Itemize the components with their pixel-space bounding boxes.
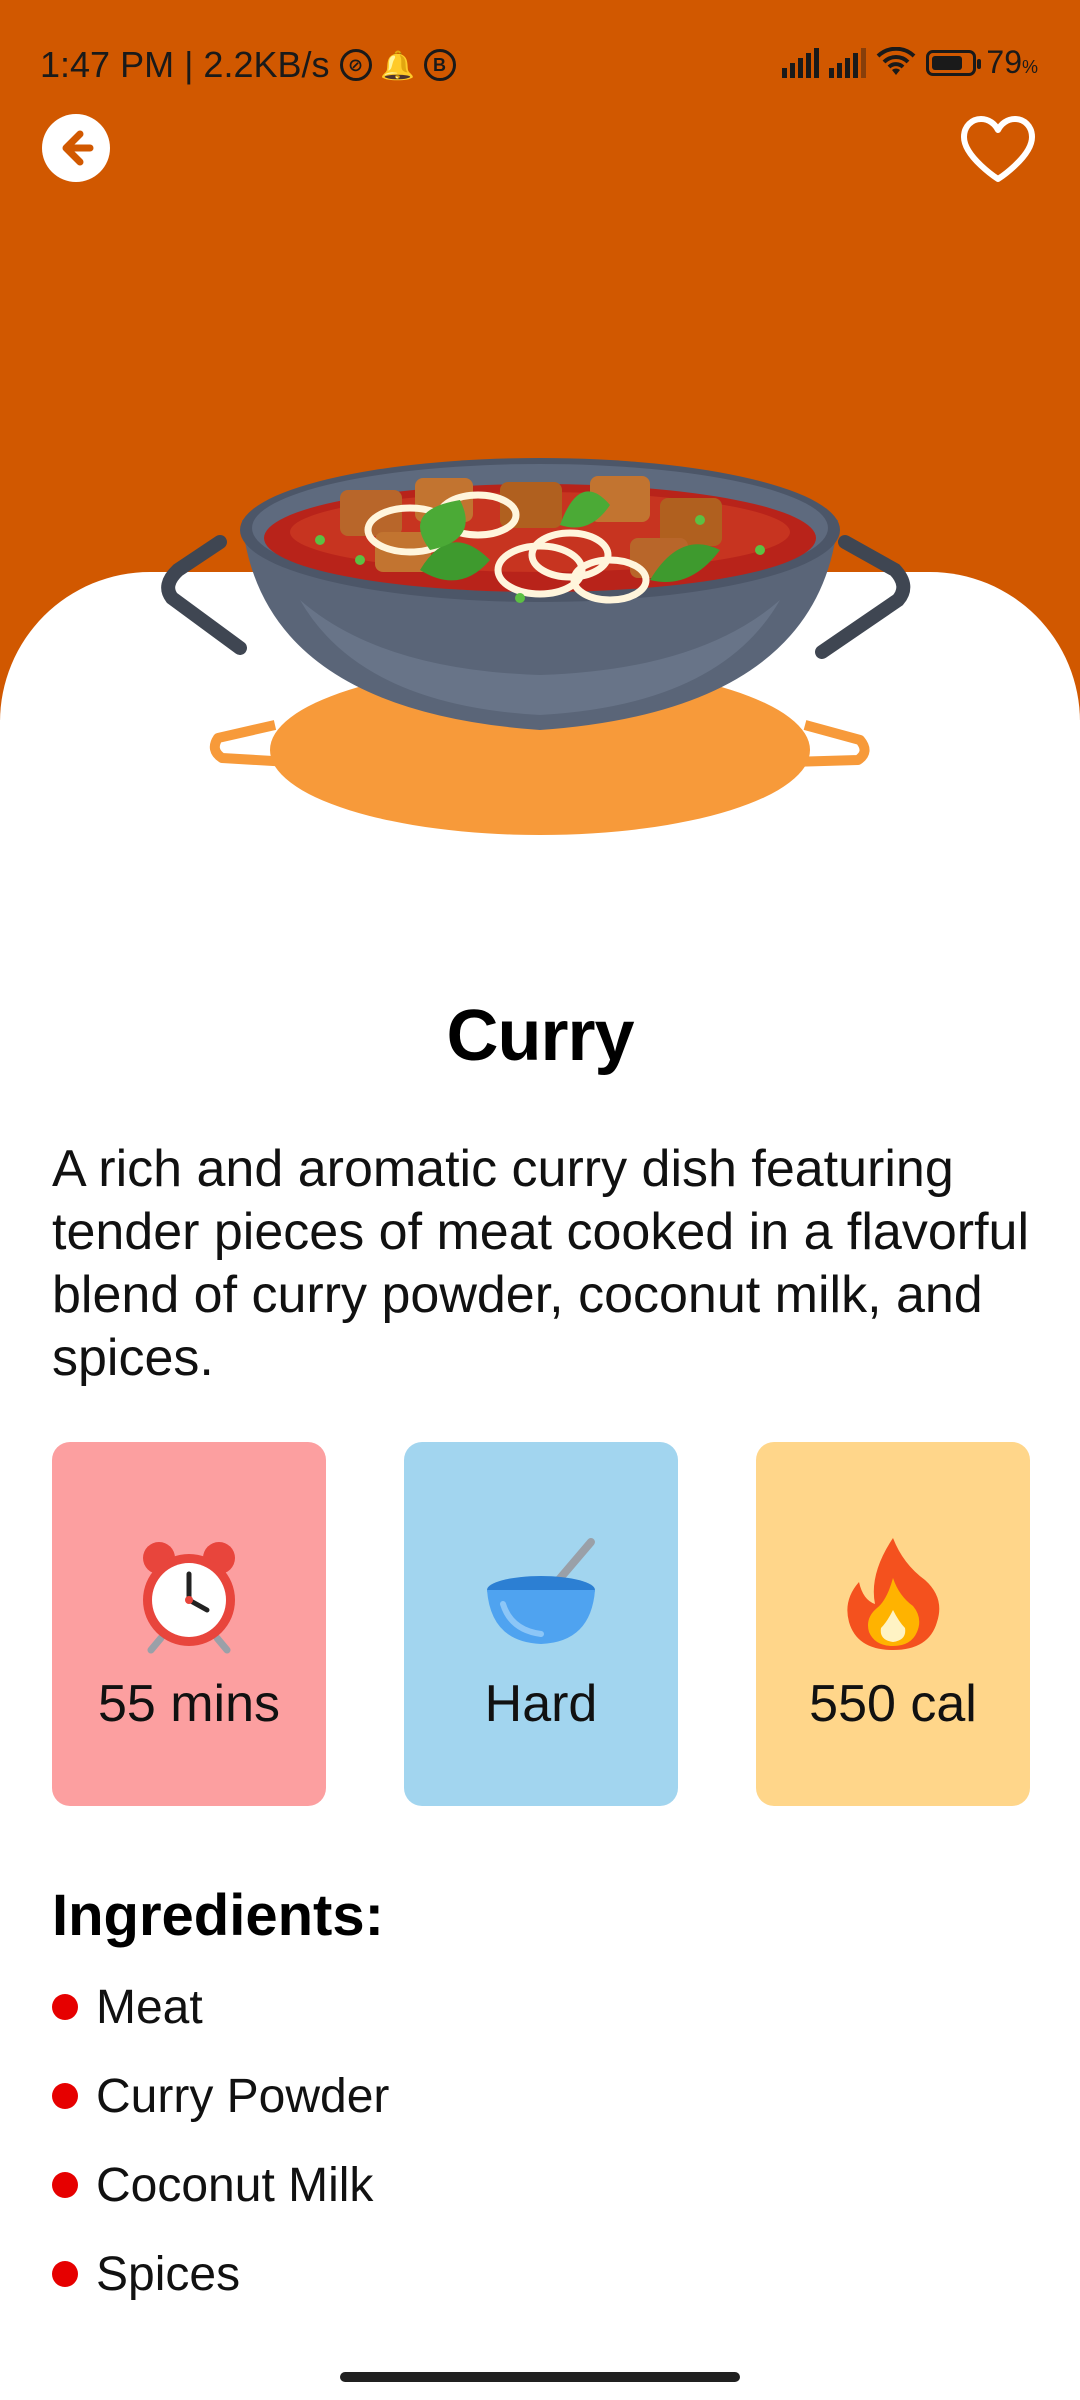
- signal-strength-2-icon: [829, 47, 867, 78]
- ingredient-label: Curry Powder: [96, 2070, 390, 2123]
- wifi-icon: [877, 46, 916, 75]
- alarm-clock-icon: [129, 1534, 249, 1654]
- calories-value: 550 cal: [809, 1675, 977, 1733]
- difficulty-card: Hard: [404, 1442, 678, 1806]
- ingredients-list: Meat Curry Powder Coconut Milk Spices: [52, 1980, 389, 2336]
- list-item: Coconut Milk: [52, 2158, 389, 2247]
- sync-status-icon: ⊘: [339, 49, 372, 81]
- bullet-icon: [52, 1994, 78, 2020]
- time-value: 55 mins: [97, 1675, 281, 1733]
- ingredients-heading: Ingredients:: [52, 1883, 384, 1948]
- signal-strength-icon: [782, 47, 820, 78]
- arrow-left-icon: [62, 130, 94, 166]
- battery-icon: [926, 49, 982, 76]
- heart-outline-icon: [961, 116, 1035, 182]
- list-item: Spices: [52, 2247, 389, 2336]
- status-right: 79%: [782, 44, 1038, 81]
- time-card: 55 mins: [52, 1442, 326, 1806]
- difficulty-value: Hard: [484, 1675, 598, 1733]
- battery-percent: 79%: [986, 44, 1038, 80]
- recipe-title: Curry: [446, 996, 634, 1076]
- fire-icon: [833, 1534, 953, 1654]
- home-indicator[interactable]: [340, 2372, 740, 2382]
- favorite-button[interactable]: [958, 110, 1038, 190]
- list-item: Meat: [52, 1980, 389, 2069]
- notification-bell-icon: 🔔: [380, 49, 415, 81]
- status-time-speed: 1:47 PM | 2.2KB/s: [40, 44, 330, 85]
- calories-card: 550 cal: [756, 1442, 1030, 1806]
- ingredient-label: Spices: [96, 2248, 241, 2301]
- recipe-description: A rich and aromatic curry dish featuring…: [52, 1140, 1030, 1387]
- curry-pot-illustration: [161, 458, 911, 835]
- bullet-icon: [52, 2083, 78, 2109]
- info-cards: 55 mins Hard 550 cal: [52, 1442, 1030, 1806]
- ingredient-label: Meat: [96, 1981, 203, 2034]
- ingredient-label: Coconut Milk: [96, 2159, 374, 2212]
- bullet-icon: [52, 2172, 78, 2198]
- back-button[interactable]: [42, 114, 110, 182]
- list-item: Curry Powder: [52, 2069, 389, 2158]
- bowl-spoon-icon: [481, 1534, 601, 1654]
- bullet-icon: [52, 2261, 78, 2287]
- status-left: 1:47 PM | 2.2KB/s ⊘ 🔔 B: [40, 44, 456, 86]
- status-bar: 1:47 PM | 2.2KB/s ⊘ 🔔 B 79%: [0, 0, 1080, 130]
- b-badge-icon: B: [423, 49, 456, 81]
